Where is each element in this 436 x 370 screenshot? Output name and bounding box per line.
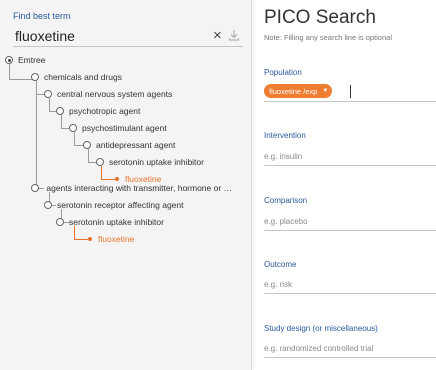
circle-node-icon [96,158,104,166]
page-title: PICO Search [264,7,376,28]
chip-label: fluoxetine /exp [269,86,318,96]
tree-node-label: Emtree [18,55,46,65]
tree-node-psychostimulant-agent[interactable]: psychostimulant agent [69,120,167,136]
tree-connector [49,111,56,112]
circle-node-icon [69,124,77,132]
pico-search-panel: PICO Search Note: Filling any search lin… [264,0,436,370]
tree-node-psychotropic-agent[interactable]: psychotropic agent [56,103,140,119]
circle-node-icon [31,73,39,81]
term-search-input[interactable] [13,25,243,47]
tree-node-cns-agents[interactable]: central nervous system agents [44,86,172,102]
find-term-panel: Find best term × Emtree [0,0,252,370]
study-design-input[interactable] [264,340,436,358]
tree-node-agents-interacting[interactable]: agents interacting with transmitter, hor… [31,180,236,196]
intervention-label: Intervention [264,131,306,140]
tree-node-serotonin-receptor-agent[interactable]: serotonin receptor affecting agent [44,197,183,213]
text-cursor [350,85,351,98]
tree-node-serotonin-uptake-inhibitor[interactable]: serotonin uptake inhibitor [96,154,204,170]
find-best-term-label: Find best term [13,11,71,21]
tree-node-antidepressant-agent[interactable]: antidepressant agent [83,137,175,153]
tree-connector [36,94,44,95]
intervention-input[interactable] [264,148,436,166]
study-design-label: Study design (or miscellaneous) [264,324,378,333]
circle-node-icon [83,141,91,149]
emtree-hierarchy: Emtree chemicals and drugs central nervo… [0,54,250,354]
population-label: Population [264,68,302,77]
tree-node-label: chemicals and drugs [44,72,122,82]
tree-node-label: psychotropic agent [69,106,141,116]
comparison-label: Comparison [264,196,308,205]
caret-down-icon[interactable]: ▼ [322,88,328,94]
circle-node-icon [44,90,52,98]
circle-node-icon [44,201,52,209]
tree-node-label: serotonin uptake inhibitor [69,217,164,227]
tree-node-label: agents interacting with transmitter, hor… [46,183,236,193]
radio-selected-icon [5,56,13,64]
tree-connector [36,81,37,189]
circle-node-icon [56,107,64,115]
tree-node-label: serotonin receptor affecting agent [57,200,184,210]
tree-connector [9,79,33,80]
population-field[interactable]: fluoxetine /exp ▼ [264,82,436,102]
tree-node-fluoxetine-2[interactable]: fluoxetine [86,231,134,247]
comparison-input[interactable] [264,213,436,231]
population-term-chip[interactable]: fluoxetine /exp ▼ [264,84,333,98]
optional-note: Note: Filling any search line is optiona… [264,33,392,42]
tree-node-emtree[interactable]: Emtree [5,52,45,68]
tree-node-label: fluoxetine [98,234,135,244]
tree-node-serotonin-uptake-inhibitor-2[interactable]: serotonin uptake inhibitor [56,214,164,230]
tree-node-label: psychostimulant agent [82,123,167,133]
tree-node-label: central nervous system agents [57,89,173,99]
outcome-label: Outcome [264,260,297,269]
circle-node-icon [31,184,39,192]
dot-icon [88,237,92,241]
close-icon[interactable]: × [213,28,222,43]
outcome-input[interactable] [264,276,436,294]
tree-node-label: serotonin uptake inhibitor [109,157,204,167]
circle-node-icon [56,218,64,226]
tree-node-label: antidepressant agent [96,140,176,150]
download-icon[interactable] [228,28,240,46]
tree-node-chemicals-and-drugs[interactable]: chemicals and drugs [31,69,122,85]
